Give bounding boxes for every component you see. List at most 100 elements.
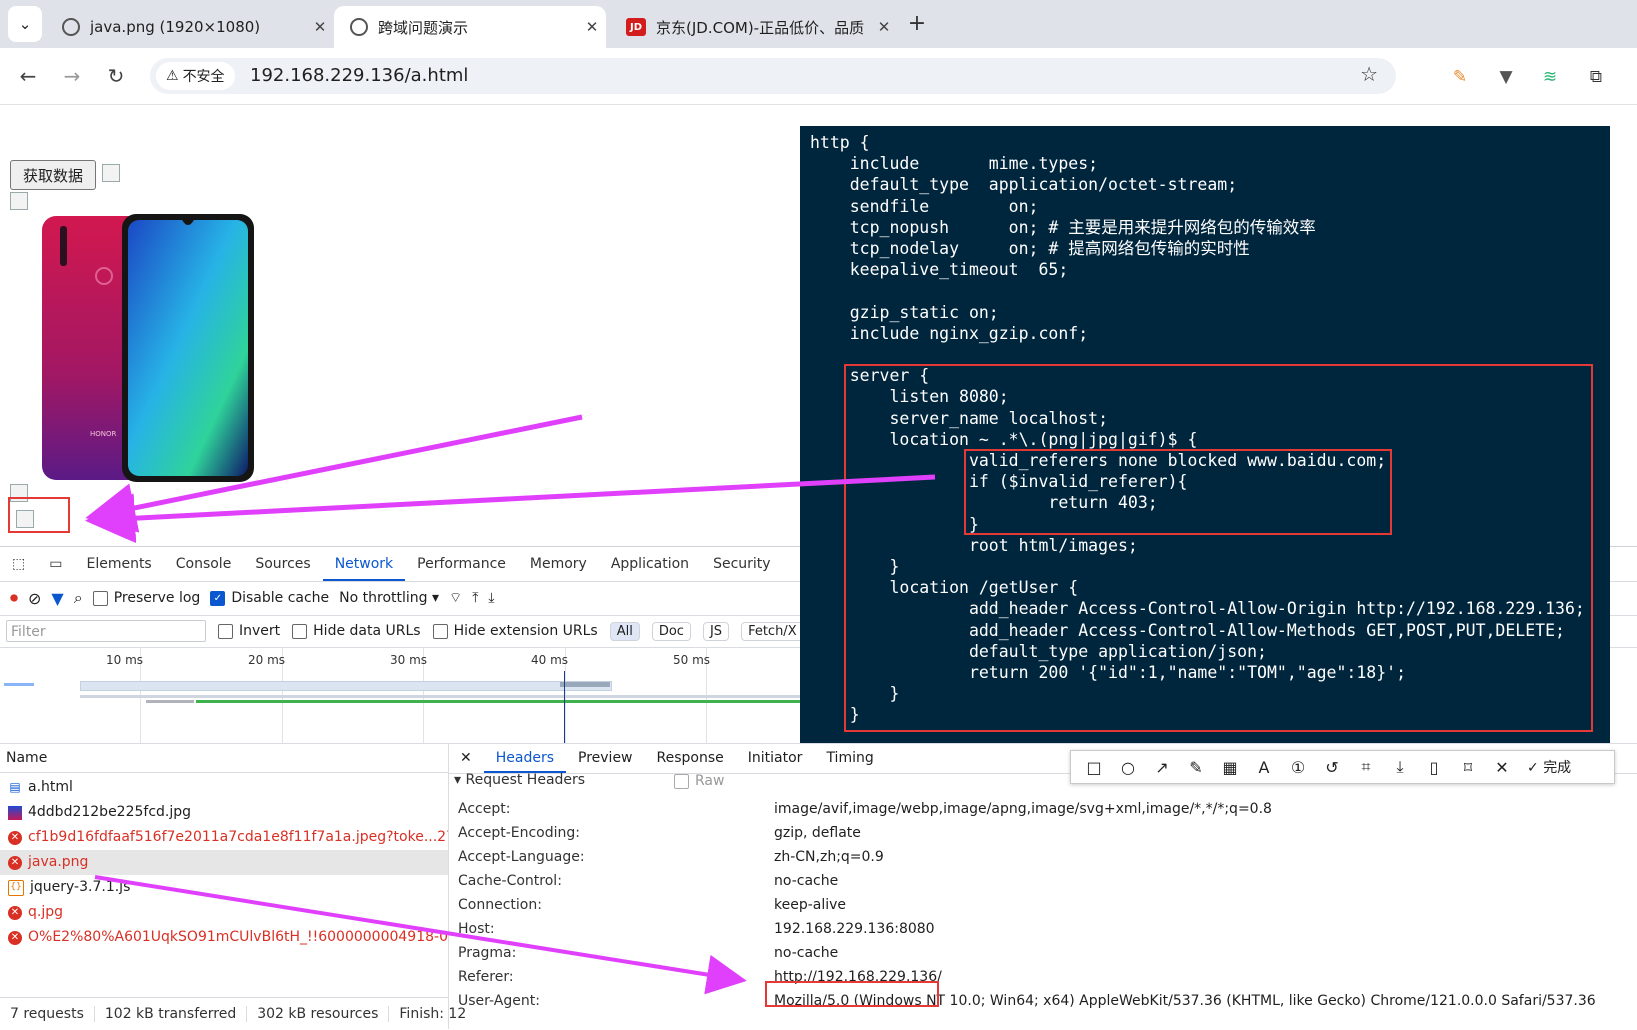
filter-icon[interactable]: ▼ (51, 589, 63, 608)
timeline-label: 10 ms (106, 653, 144, 667)
tab-jd[interactable]: JD 京东(JD.COM)-正品低价、品质 ✕ (610, 6, 898, 48)
tab-network[interactable]: Network (322, 547, 406, 581)
throttling-select[interactable]: No throttling ▾ (339, 590, 439, 606)
new-tab-button[interactable]: + (900, 10, 934, 40)
timeline-bar (80, 695, 800, 698)
error-icon: ✕ (8, 930, 22, 945)
security-chip[interactable]: ⚠ 不安全 (156, 62, 235, 90)
bookmark-icon[interactable]: ⌑ (1453, 758, 1483, 777)
request-row[interactable]: ▤ a.html (0, 775, 448, 800)
inspect-element-icon[interactable]: ⬚ (0, 547, 37, 581)
header-name: Referer: (458, 969, 514, 985)
done-button[interactable]: ✓ 完成 (1521, 757, 1571, 777)
timeline-bar (560, 682, 610, 687)
get-data-button[interactable]: 获取数据 (10, 160, 96, 190)
extension-green-icon[interactable]: ≋ (1538, 66, 1562, 88)
ocr-icon[interactable]: ⌗ (1351, 757, 1381, 777)
broken-image-icon (10, 192, 28, 210)
header-value: 192.168.229.136:8080 (774, 921, 935, 937)
request-row[interactable]: ✕ q.jpg (0, 900, 448, 925)
raw-checkbox[interactable]: Raw (674, 773, 724, 789)
annotation-toolbar: □ ○ ↗ ✎ ▦ A ① ↺ ⌗ ⤓ ▯ ⌑ ✕ ✓ 完成 (1070, 750, 1615, 784)
reload-icon[interactable]: ↻ (98, 58, 134, 94)
undo-icon[interactable]: ↺ (1317, 758, 1347, 777)
tab-preview[interactable]: Preview (566, 743, 645, 773)
ellipse-tool-icon[interactable]: ○ (1113, 758, 1143, 777)
tab-performance[interactable]: Performance (405, 547, 518, 581)
type-filter-doc[interactable]: Doc (651, 621, 691, 641)
extensions-puzzle-icon[interactable]: ⧉ (1584, 66, 1608, 88)
tab-search-button[interactable]: ⌄ (8, 6, 42, 42)
filter-input[interactable]: Filter (6, 620, 206, 642)
close-tab-icon[interactable]: ✕ (306, 18, 334, 36)
type-filter-js[interactable]: JS (702, 621, 730, 641)
error-icon: ✕ (8, 830, 22, 845)
cancel-icon[interactable]: ✕ (1487, 758, 1517, 777)
export-har-icon[interactable]: ⤓ (488, 590, 494, 606)
device-toolbar-icon[interactable]: ▭ (37, 547, 74, 581)
header-name: Host: (458, 921, 495, 937)
hide-data-urls-checkbox[interactable]: Hide data URLs (292, 623, 421, 639)
request-row[interactable]: 4ddbd212be225fcd.jpg (0, 800, 448, 825)
number-tool-icon[interactable]: ① (1283, 758, 1313, 777)
forward-icon[interactable]: → (54, 58, 90, 94)
extension-pin-icon[interactable]: ✎ (1448, 66, 1472, 88)
request-detail-pane: ✕ Headers Preview Response Initiator Tim… (448, 743, 1637, 1029)
name-column-header[interactable]: Name (0, 743, 448, 773)
type-filter-all[interactable]: All (609, 621, 640, 641)
invert-checkbox[interactable]: Invert (218, 623, 280, 639)
network-summary-bar: 7 requests 102 kB transferred 302 kB res… (0, 997, 466, 1030)
tab-application[interactable]: Application (599, 547, 701, 581)
tab-active-demo[interactable]: 跨域问题演示 ✕ (334, 6, 606, 48)
import-har-icon[interactable]: ⤒ (472, 590, 478, 606)
download-icon[interactable]: ⤓ (1385, 757, 1415, 777)
resources-size: 302 kB resources (247, 1006, 390, 1022)
request-name: q.jpg (28, 904, 63, 920)
search-icon[interactable]: ⌕ (74, 588, 83, 608)
address-bar[interactable]: ⚠ 不安全 192.168.229.136/a.html ☆ (150, 58, 1396, 94)
pin-icon[interactable]: ▯ (1419, 758, 1449, 777)
tab-response[interactable]: Response (645, 743, 736, 773)
network-conditions-icon[interactable]: ⌔ (449, 589, 462, 607)
mosaic-tool-icon[interactable]: ▦ (1215, 758, 1245, 777)
request-row[interactable]: ✕ O%E2%80%A601UqkSO91mCUlvBl6tH_!!600000… (0, 925, 448, 950)
header-name: Accept: (458, 801, 511, 817)
url-text[interactable]: 192.168.229.136/a.html (250, 58, 468, 94)
text-tool-icon[interactable]: A (1249, 758, 1279, 777)
globe-icon (62, 18, 80, 36)
clear-icon[interactable]: ⊘ (28, 589, 41, 608)
tab-elements[interactable]: Elements (74, 547, 163, 581)
bookmark-star-icon[interactable]: ☆ (1360, 62, 1378, 86)
close-tab-icon[interactable]: ✕ (870, 18, 898, 36)
preserve-log-checkbox[interactable]: Preserve log (92, 590, 200, 606)
request-row[interactable]: ✕ cf1b9d16fdfaaf516f7e2011a7cda1e8f11f7a… (0, 825, 448, 850)
header-value: no-cache (774, 873, 839, 889)
back-icon[interactable]: ← (10, 58, 46, 94)
tab-security[interactable]: Security (701, 547, 783, 581)
tab-initiator[interactable]: Initiator (736, 743, 815, 773)
rectangle-tool-icon[interactable]: □ (1079, 758, 1109, 777)
arrow-tool-icon[interactable]: ↗ (1147, 758, 1177, 777)
extension-vue-icon[interactable]: ▼ (1494, 66, 1518, 88)
request-headers-section[interactable]: ▾ Request Headers (454, 771, 585, 789)
disable-cache-checkbox[interactable]: ✓ Disable cache (210, 590, 329, 606)
tab-memory[interactable]: Memory (518, 547, 599, 581)
document-icon: ▤ (9, 780, 21, 794)
close-detail-icon[interactable]: ✕ (448, 743, 484, 773)
close-tab-icon[interactable]: ✕ (578, 18, 606, 36)
request-row[interactable]: {} jquery-3.7.1.js (0, 875, 448, 900)
tab-headers[interactable]: Headers (483, 743, 567, 773)
tab-java-png[interactable]: java.png (1920×1080) ✕ (46, 6, 334, 48)
caret-down-icon: ▾ (432, 590, 440, 606)
request-name: O%E2%80%A601UqkSO91mCUlvBl6tH_!!60000000… (28, 929, 448, 945)
request-row-selected[interactable]: ✕ java.png (0, 850, 448, 875)
pen-tool-icon[interactable]: ✎ (1181, 758, 1211, 777)
tab-console[interactable]: Console (164, 547, 244, 581)
record-stop-icon[interactable]: ⏺ (10, 588, 18, 608)
tab-sources[interactable]: Sources (243, 547, 322, 581)
tab-timing[interactable]: Timing (814, 743, 885, 773)
timeline-cursor (564, 671, 565, 743)
timeline-bar (4, 683, 34, 686)
type-filter-fetch[interactable]: Fetch/X (741, 621, 804, 641)
hide-extension-urls-checkbox[interactable]: Hide extension URLs (432, 623, 598, 639)
